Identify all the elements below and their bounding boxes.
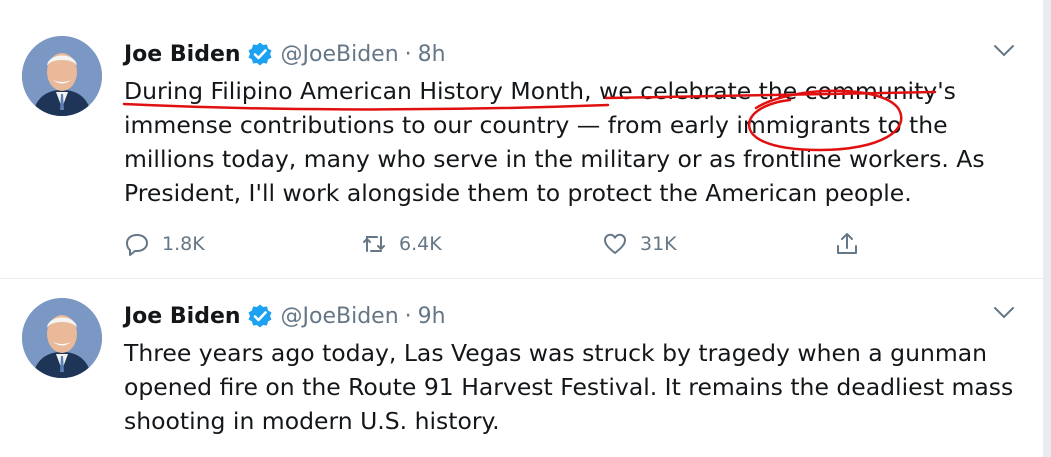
tweet-actions: 1.8K 6.4K 31K xyxy=(124,226,884,262)
retweet-icon xyxy=(363,236,385,252)
tweet-text-content: Three years ago today, Las Vegas was str… xyxy=(124,339,1014,435)
tweet-header: Joe Biden @JoeBiden · 8h xyxy=(124,38,446,70)
tweet-header: Joe Biden @JoeBiden · 9h xyxy=(124,300,446,332)
share-icon xyxy=(837,233,857,254)
tweet-text-content: During Filipino American History Month, … xyxy=(124,77,985,207)
avatar[interactable] xyxy=(22,298,102,378)
share-button[interactable] xyxy=(834,226,872,262)
verified-badge-icon xyxy=(247,303,273,329)
author-name[interactable]: Joe Biden xyxy=(124,42,241,67)
avatar[interactable] xyxy=(22,36,102,116)
author-handle[interactable]: @JoeBiden xyxy=(281,304,399,329)
tweet[interactable]: Joe Biden @JoeBiden · 9h Three years ago… xyxy=(0,280,1043,457)
tweet-text: During Filipino American History Month, … xyxy=(124,74,1024,210)
chevron-down-icon[interactable] xyxy=(993,306,1015,320)
reply-count: 1.8K xyxy=(162,233,205,255)
like-icon xyxy=(604,233,626,254)
tweet-timestamp[interactable]: 8h xyxy=(418,42,446,67)
tweet[interactable]: Joe Biden @JoeBiden · 8h During Filipino… xyxy=(0,14,1043,279)
author-name[interactable]: Joe Biden xyxy=(124,304,241,329)
like-button[interactable]: 31K xyxy=(602,226,677,262)
reply-icon xyxy=(126,234,148,256)
author-handle[interactable]: @JoeBiden xyxy=(281,42,399,67)
verified-badge-icon xyxy=(247,41,273,67)
separator-dot: · xyxy=(404,303,412,329)
chevron-down-icon[interactable] xyxy=(993,44,1015,58)
tweet-timestamp[interactable]: 9h xyxy=(418,304,446,329)
tweet-text: Three years ago today, Las Vegas was str… xyxy=(124,336,1024,438)
like-count: 31K xyxy=(640,233,677,255)
reply-button[interactable]: 1.8K xyxy=(124,226,205,262)
separator-dot: · xyxy=(404,41,412,67)
retweet-button[interactable]: 6.4K xyxy=(361,226,442,262)
retweet-count: 6.4K xyxy=(399,233,442,255)
timeline-feed: Joe Biden @JoeBiden · 8h During Filipino… xyxy=(0,0,1044,457)
